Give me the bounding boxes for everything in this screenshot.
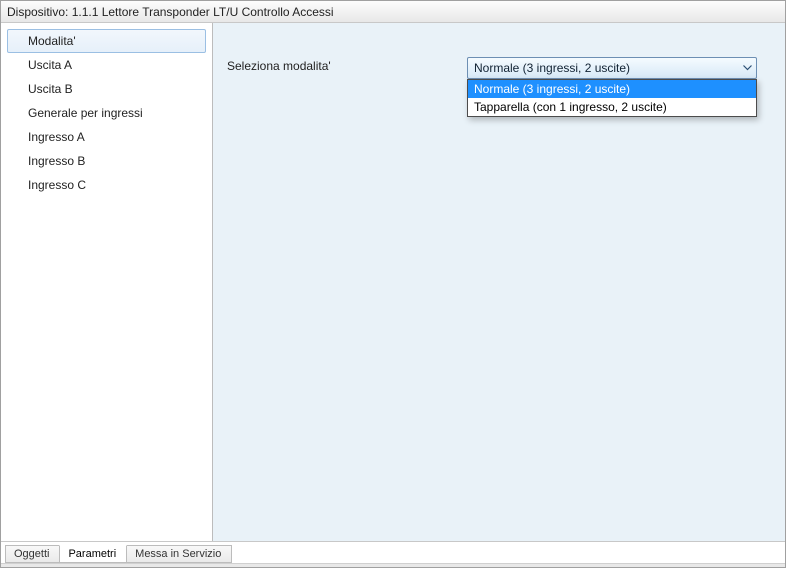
tab-oggetti[interactable]: Oggetti [5, 545, 60, 563]
dropdown-list: Normale (3 ingressi, 2 uscite) Tapparell… [467, 79, 757, 117]
chevron-down-icon [743, 65, 752, 71]
tab-label: Messa in Servizio [135, 548, 221, 560]
titlebar: Dispositivo: 1.1.1 Lettore Transponder L… [1, 1, 785, 23]
tab-messa-in-servizio[interactable]: Messa in Servizio [126, 545, 232, 563]
app-window: Dispositivo: 1.1.1 Lettore Transponder L… [0, 0, 786, 568]
titlebar-text: Dispositivo: 1.1.1 Lettore Transponder L… [7, 5, 334, 19]
form-row-modalita: Seleziona modalita' Normale (3 ingressi,… [213, 23, 785, 79]
dropdown-selected: Normale (3 ingressi, 2 uscite) [474, 61, 630, 75]
tab-label: Oggetti [14, 548, 49, 560]
sidebar-item-label: Uscita B [28, 82, 73, 96]
sidebar-item-label: Modalita' [28, 34, 76, 48]
sidebar-item-ingresso-b[interactable]: Ingresso B [7, 149, 206, 173]
sidebar-item-label: Ingresso A [28, 130, 85, 144]
bottom-tabbar: Oggetti Parametri Messa in Servizio [1, 541, 785, 563]
tab-label: Parametri [68, 548, 116, 560]
dropdown-option-label: Normale (3 ingressi, 2 uscite) [474, 82, 630, 96]
sidebar-item-label: Ingresso C [28, 178, 86, 192]
sidebar-item-ingresso-c[interactable]: Ingresso C [7, 173, 206, 197]
sidebar-item-generale-ingressi[interactable]: Generale per ingressi [7, 101, 206, 125]
sidebar-item-label: Ingresso B [28, 154, 85, 168]
main-panel: Seleziona modalita' Normale (3 ingressi,… [213, 23, 785, 541]
sidebar-item-label: Generale per ingressi [28, 106, 143, 120]
sidebar-item-ingresso-a[interactable]: Ingresso A [7, 125, 206, 149]
dropdown-option[interactable]: Tapparella (con 1 ingresso, 2 uscite) [468, 98, 756, 116]
dropdown-option[interactable]: Normale (3 ingressi, 2 uscite) [468, 80, 756, 98]
sidebar: Modalita' Uscita A Uscita B Generale per… [1, 23, 213, 541]
dropdown-wrap: Normale (3 ingressi, 2 uscite) Normale (… [467, 33, 771, 79]
statusbar [1, 563, 785, 567]
sidebar-item-uscita-b[interactable]: Uscita B [7, 77, 206, 101]
tab-parametri[interactable]: Parametri [59, 545, 127, 563]
modalita-dropdown[interactable]: Normale (3 ingressi, 2 uscite) [467, 57, 757, 79]
sidebar-item-uscita-a[interactable]: Uscita A [7, 53, 206, 77]
content: Modalita' Uscita A Uscita B Generale per… [1, 23, 785, 541]
dropdown-option-label: Tapparella (con 1 ingresso, 2 uscite) [474, 100, 667, 114]
form-label-text: Seleziona modalita' [227, 59, 331, 73]
sidebar-item-label: Uscita A [28, 58, 72, 72]
sidebar-item-modalita[interactable]: Modalita' [7, 29, 206, 53]
form-label: Seleziona modalita' [227, 33, 467, 73]
